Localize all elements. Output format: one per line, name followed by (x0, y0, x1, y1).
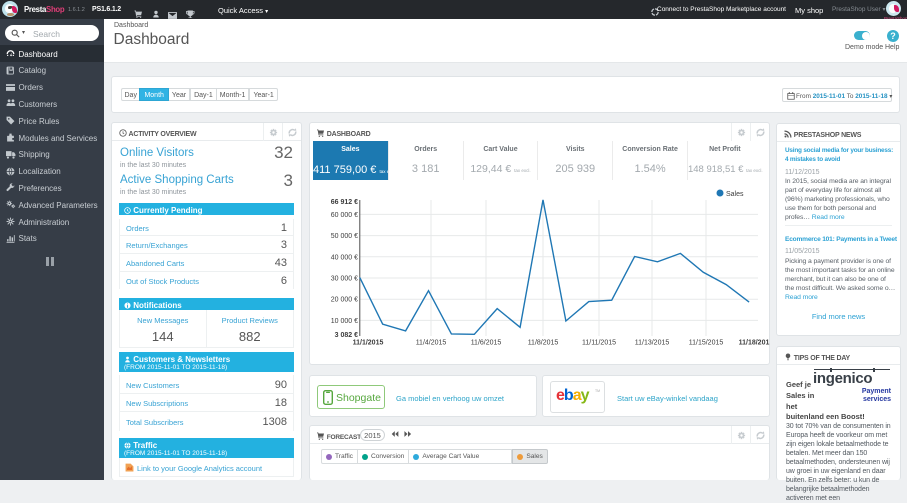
svg-text:60 000 €: 60 000 € (331, 212, 358, 219)
svg-text:Sales: Sales (726, 191, 744, 198)
svg-text:11/13/2015: 11/13/2015 (635, 340, 670, 347)
svg-text:11/15/2015: 11/15/2015 (689, 340, 724, 347)
svg-text:3 082 €: 3 082 € (335, 332, 358, 339)
svg-text:11/8/2015: 11/8/2015 (528, 340, 559, 347)
svg-text:10 000 €: 10 000 € (331, 318, 358, 325)
svg-text:30 000 €: 30 000 € (331, 276, 358, 283)
svg-text:11/11/2015: 11/11/2015 (582, 340, 616, 347)
svg-text:40 000 €: 40 000 € (331, 254, 358, 261)
svg-text:11/4/2015: 11/4/2015 (416, 340, 447, 347)
svg-text:66 912 €: 66 912 € (331, 199, 358, 206)
svg-text:11/18/201: 11/18/201 (739, 340, 770, 347)
svg-text:20 000 €: 20 000 € (331, 297, 358, 304)
svg-text:11/1/2015: 11/1/2015 (353, 340, 384, 347)
svg-text:11/6/2015: 11/6/2015 (471, 340, 502, 347)
svg-text:50 000 €: 50 000 € (331, 233, 358, 240)
